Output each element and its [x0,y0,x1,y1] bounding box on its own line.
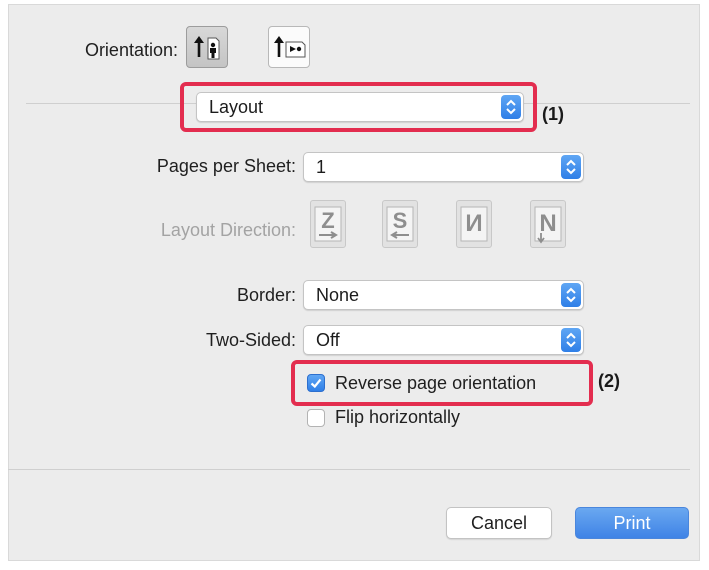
callout-1: (1) [542,104,564,124]
chevron-updown-icon [566,159,576,175]
pages-per-sheet-stepper [561,155,581,179]
border-value: None [316,285,360,305]
two-sided-stepper [561,328,581,352]
layout-direction-z-button[interactable]: Z [310,200,346,248]
portrait-orientation-button[interactable] [186,26,228,68]
flip-horizontally-checkbox[interactable] [307,409,325,427]
pages-per-sheet-popup[interactable]: 1 [303,152,584,182]
border-popup[interactable]: None [303,280,584,310]
highlight-box-2 [291,360,593,406]
border-stepper [561,283,581,307]
svg-text:N: N [539,210,556,237]
chevron-updown-icon [566,287,576,303]
two-sided-popup[interactable]: Off [303,325,584,355]
layout-direction-reverse-s-button[interactable]: S [382,200,418,248]
cancel-button[interactable]: Cancel [446,507,552,539]
portrait-orientation-icon [194,36,220,60]
layout-direction-reverse-n-button[interactable]: И [456,200,492,248]
n-direction-icon: N [534,206,562,244]
two-sided-value: Off [316,330,340,350]
landscape-orientation-icon [274,36,306,58]
z-direction-icon: Z [314,206,342,242]
landscape-orientation-button[interactable] [268,26,310,68]
flip-horizontally-label[interactable]: Flip horizontally [335,407,460,428]
separator-bottom [8,469,690,470]
svg-text:И: И [465,210,482,237]
chevron-updown-icon [566,332,576,348]
orientation-label: Orientation: [84,40,178,60]
svg-text:S: S [393,208,408,233]
print-button[interactable]: Print [575,507,689,539]
highlight-box-1 [180,82,537,132]
border-label: Border: [236,285,296,305]
pages-per-sheet-value: 1 [316,157,327,177]
callout-2: (2) [598,371,620,391]
layout-direction-n-button[interactable]: N [530,200,566,248]
reverse-n-direction-icon: И [460,206,488,242]
layout-direction-label: Layout Direction: [160,220,296,240]
two-sided-label: Two-Sided: [205,330,296,350]
reverse-s-direction-icon: S [386,206,414,242]
pages-per-sheet-label: Pages per Sheet: [156,156,296,176]
svg-text:Z: Z [321,208,334,233]
